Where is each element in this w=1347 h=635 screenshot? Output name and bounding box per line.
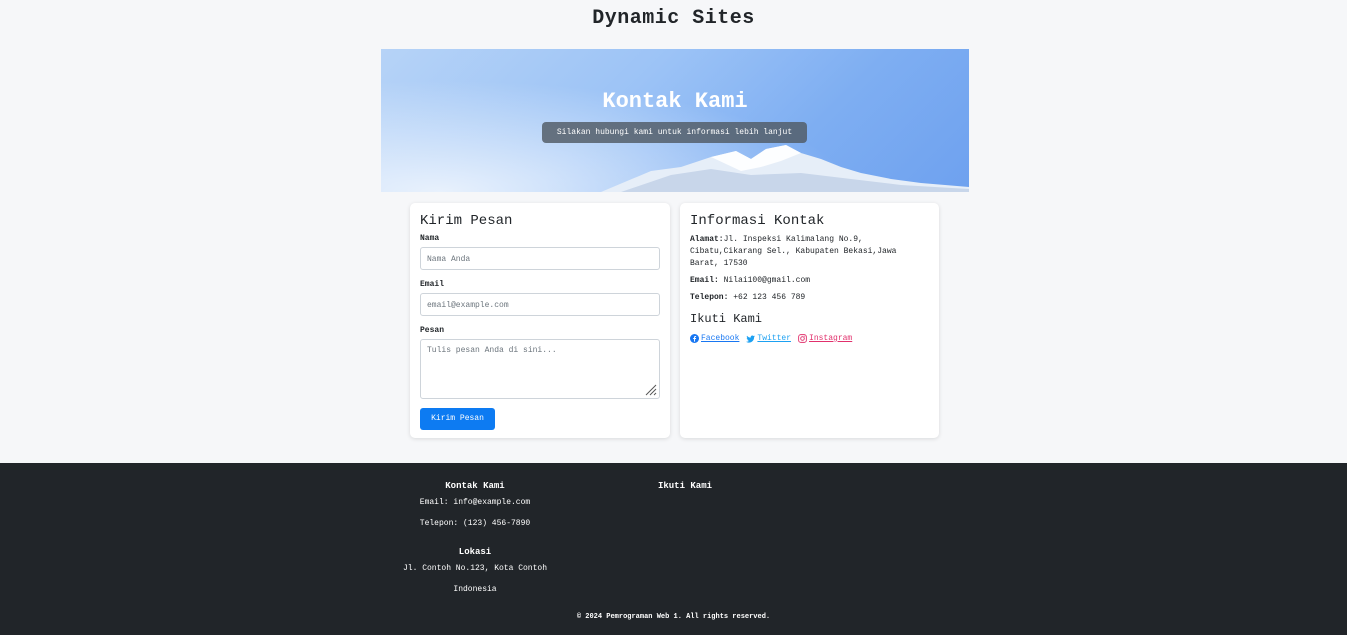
footer-contact-heading: Kontak Kami bbox=[445, 481, 505, 491]
phone-line: Telepon: +62 123 456 789 bbox=[690, 292, 929, 304]
site-footer: Kontak Kami Email: info@example.com Tele… bbox=[0, 463, 1347, 635]
twitter-link[interactable]: Twitter bbox=[746, 334, 791, 343]
email-line: Email: Nilai100@gmail.com bbox=[690, 275, 929, 287]
social-links: Facebook Twitter Instagram bbox=[690, 334, 929, 343]
submit-button[interactable]: Kirim Pesan bbox=[420, 408, 495, 430]
address-line: Alamat:Jl. Inspeksi Kalimalang No.9, Cib… bbox=[690, 234, 929, 270]
email-label: Email bbox=[420, 280, 445, 289]
hero-subtitle: Silakan hubungi kami untuk informasi leb… bbox=[542, 122, 807, 143]
hero-title: Kontak Kami bbox=[602, 89, 748, 114]
info-phone-label: Telepon: bbox=[690, 293, 729, 302]
twitter-label: Twitter bbox=[757, 334, 792, 343]
message-textarea[interactable]: Tulis pesan Anda di sini... bbox=[420, 339, 660, 399]
email-input[interactable]: email@example.com bbox=[420, 293, 660, 316]
message-label: Pesan bbox=[420, 326, 445, 335]
facebook-link[interactable]: Facebook bbox=[690, 334, 739, 343]
info-email-value: Nilai100@gmail.com bbox=[723, 276, 811, 285]
footer-follow-heading: Ikuti Kami bbox=[657, 481, 712, 491]
twitter-icon bbox=[746, 335, 756, 343]
mountain-image bbox=[601, 145, 969, 192]
contact-form-card: Kirim Pesan Nama Nama Anda Email email@e… bbox=[410, 203, 670, 438]
hero-banner: Kontak Kami Silakan hubungi kami untuk i… bbox=[381, 49, 969, 192]
footer-location-heading: Lokasi bbox=[458, 547, 492, 557]
info-heading: Informasi Kontak bbox=[690, 213, 825, 229]
info-email-label: Email: bbox=[690, 276, 719, 285]
facebook-icon bbox=[690, 334, 699, 343]
footer-contact-email: Email: info@example.com bbox=[419, 498, 531, 507]
instagram-link[interactable]: Instagram bbox=[798, 334, 852, 343]
resize-handle-icon[interactable] bbox=[645, 384, 657, 396]
footer-location-country: Indonesia bbox=[453, 585, 497, 594]
footer-follow-section: Ikuti Kami bbox=[635, 481, 735, 498]
footer-location-section: Lokasi Jl. Contoh No.123, Kota Contoh In… bbox=[395, 547, 555, 606]
footer-copyright: © 2024 Pemrograman Web 1. All rights res… bbox=[576, 613, 771, 621]
message-placeholder: Tulis pesan Anda di sini... bbox=[427, 346, 557, 355]
instagram-icon bbox=[798, 334, 807, 343]
footer-contact-phone: Telepon: (123) 456-7890 bbox=[419, 519, 531, 528]
site-title: Dynamic Sites bbox=[592, 7, 755, 30]
name-label: Nama bbox=[420, 234, 440, 243]
info-phone-value: +62 123 456 789 bbox=[733, 293, 806, 302]
contact-info-card: Informasi Kontak Alamat:Jl. Inspeksi Kal… bbox=[680, 203, 939, 438]
address-label: Alamat: bbox=[690, 235, 724, 244]
footer-location-address: Jl. Contoh No.123, Kota Contoh bbox=[402, 564, 548, 573]
form-heading: Kirim Pesan bbox=[420, 213, 513, 229]
follow-heading: Ikuti Kami bbox=[690, 312, 763, 326]
footer-contact-section: Kontak Kami Email: info@example.com Tele… bbox=[395, 481, 555, 540]
instagram-label: Instagram bbox=[809, 334, 853, 343]
facebook-label: Facebook bbox=[701, 334, 740, 343]
name-input[interactable]: Nama Anda bbox=[420, 247, 660, 270]
